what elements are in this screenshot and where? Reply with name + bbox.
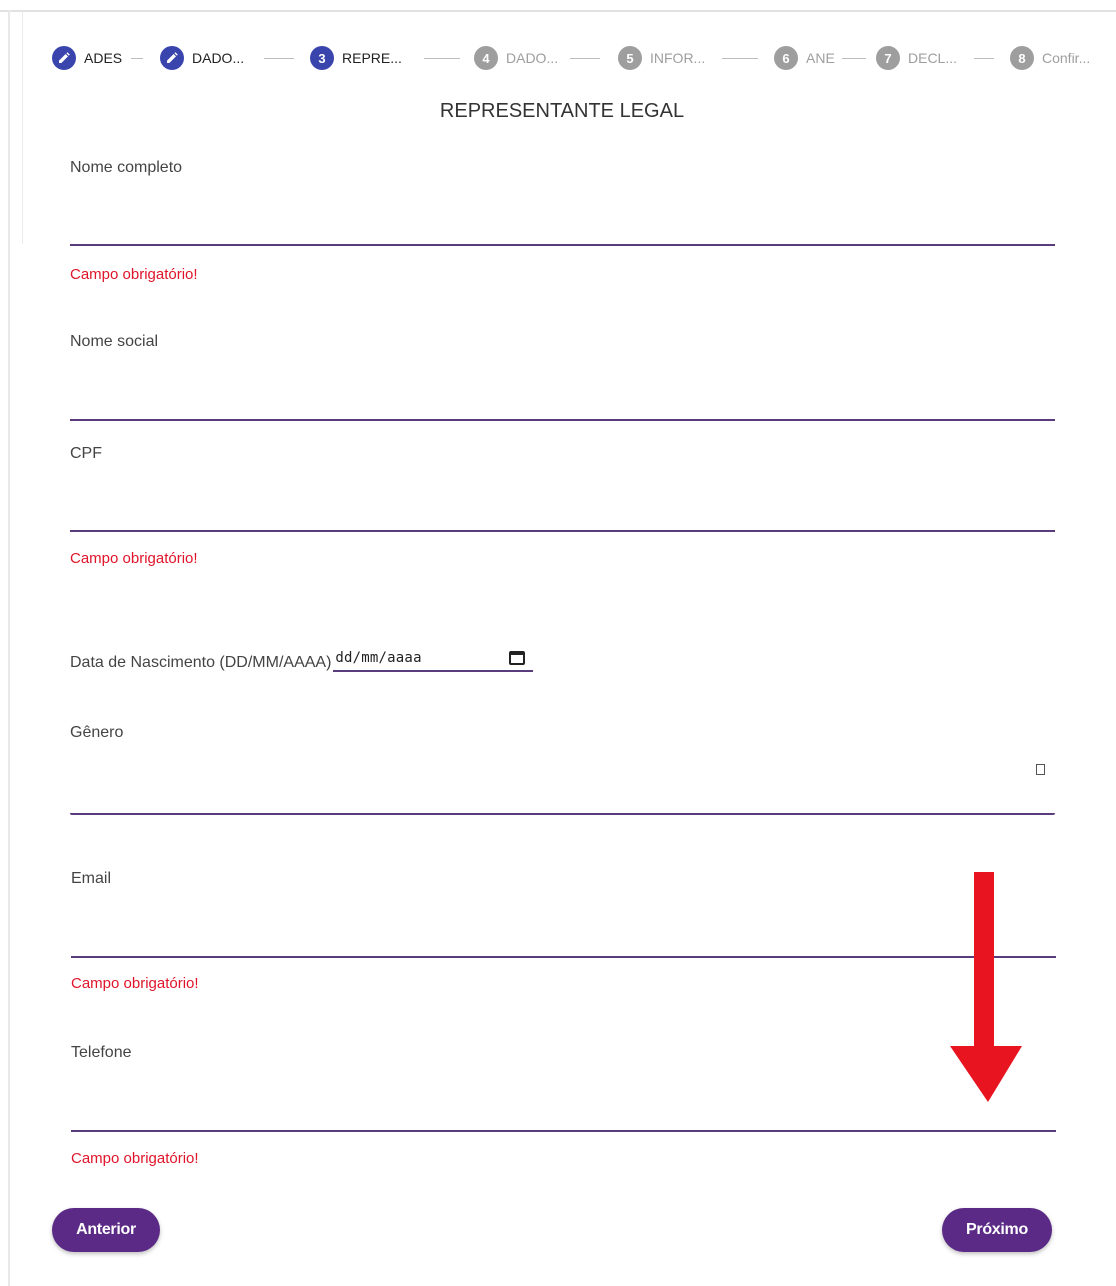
step-2[interactable]: DADO... <box>160 46 244 70</box>
email-label: Email <box>71 870 112 887</box>
step-number: 3 <box>310 46 334 70</box>
dropdown-arrow-icon[interactable] <box>1036 764 1045 775</box>
step-4[interactable]: 4 DADO... <box>474 46 558 70</box>
annotation-arrow-icon <box>950 872 1022 1102</box>
step-5[interactable]: 5 INFOR... <box>618 46 705 70</box>
cpf-error: Campo obrigatório! <box>70 550 198 567</box>
step-connector <box>974 58 994 59</box>
frame-left-border <box>8 10 10 1286</box>
calendar-icon[interactable] <box>509 651 526 665</box>
telefone-label: Telefone <box>71 1044 132 1061</box>
step-number: 4 <box>474 46 498 70</box>
birth-date-value: dd/mm/aaaa <box>335 650 422 666</box>
edit-icon <box>52 46 76 70</box>
edit-icon <box>160 46 184 70</box>
cpf-input[interactable] <box>70 530 1055 532</box>
birth-date-input[interactable]: dd/mm/aaaa <box>333 646 534 672</box>
nome-social-label: Nome social <box>70 333 159 350</box>
email-error: Campo obrigatório! <box>71 975 199 992</box>
step-connector <box>570 58 600 59</box>
step-label: DECL... <box>908 50 958 66</box>
step-8[interactable]: 8 Confir... <box>1010 46 1090 70</box>
step-label: DADO... <box>192 50 245 66</box>
next-button[interactable]: Próximo <box>942 1208 1052 1252</box>
genero-select[interactable] <box>70 813 1055 815</box>
cpf-label: CPF <box>70 445 102 462</box>
email-input[interactable] <box>71 956 1056 958</box>
step-label: INFOR... <box>650 50 706 66</box>
nome-completo-error: Campo obrigatório! <box>70 266 198 283</box>
step-7[interactable]: 7 DECL... <box>876 46 957 70</box>
nome-completo-label: Nome completo <box>70 159 183 176</box>
step-label: ADES <box>84 50 123 66</box>
step-connector <box>842 58 866 59</box>
step-1[interactable]: ADES <box>52 46 132 70</box>
birth-date-row: Data de Nascimento (DD/MM/AAAA) dd/mm/aa… <box>70 646 534 672</box>
stepper: ADES DADO... 3 REPRE... 4 DADO... 5 INFO… <box>0 40 1116 76</box>
step-3[interactable]: 3 REPRE... <box>310 46 402 70</box>
step-number: 7 <box>876 46 900 70</box>
step-6[interactable]: 6 ANE <box>774 46 836 70</box>
birth-date-label: Data de Nascimento (DD/MM/AAAA) <box>70 654 332 671</box>
nome-social-input[interactable] <box>70 419 1055 421</box>
step-label: REPRE... <box>342 50 402 66</box>
previous-button[interactable]: Anterior <box>52 1208 160 1252</box>
step-number: 8 <box>1010 46 1034 70</box>
step-number: 5 <box>618 46 642 70</box>
step-connector <box>722 58 758 59</box>
genero-label: Gênero <box>70 724 124 741</box>
step-connector <box>424 58 460 59</box>
step-label: DADO... <box>506 50 559 66</box>
telefone-input[interactable] <box>71 1130 1056 1132</box>
telefone-error: Campo obrigatório! <box>71 1150 199 1167</box>
step-label: ANE <box>806 50 835 66</box>
step-connector <box>131 58 143 59</box>
page-title: REPRESENTANTE LEGAL <box>439 100 685 122</box>
step-number: 6 <box>774 46 798 70</box>
frame-top-border <box>0 10 1116 12</box>
step-connector <box>264 58 294 59</box>
step-label: Confir... <box>1042 50 1091 66</box>
nome-completo-input[interactable] <box>70 244 1055 246</box>
